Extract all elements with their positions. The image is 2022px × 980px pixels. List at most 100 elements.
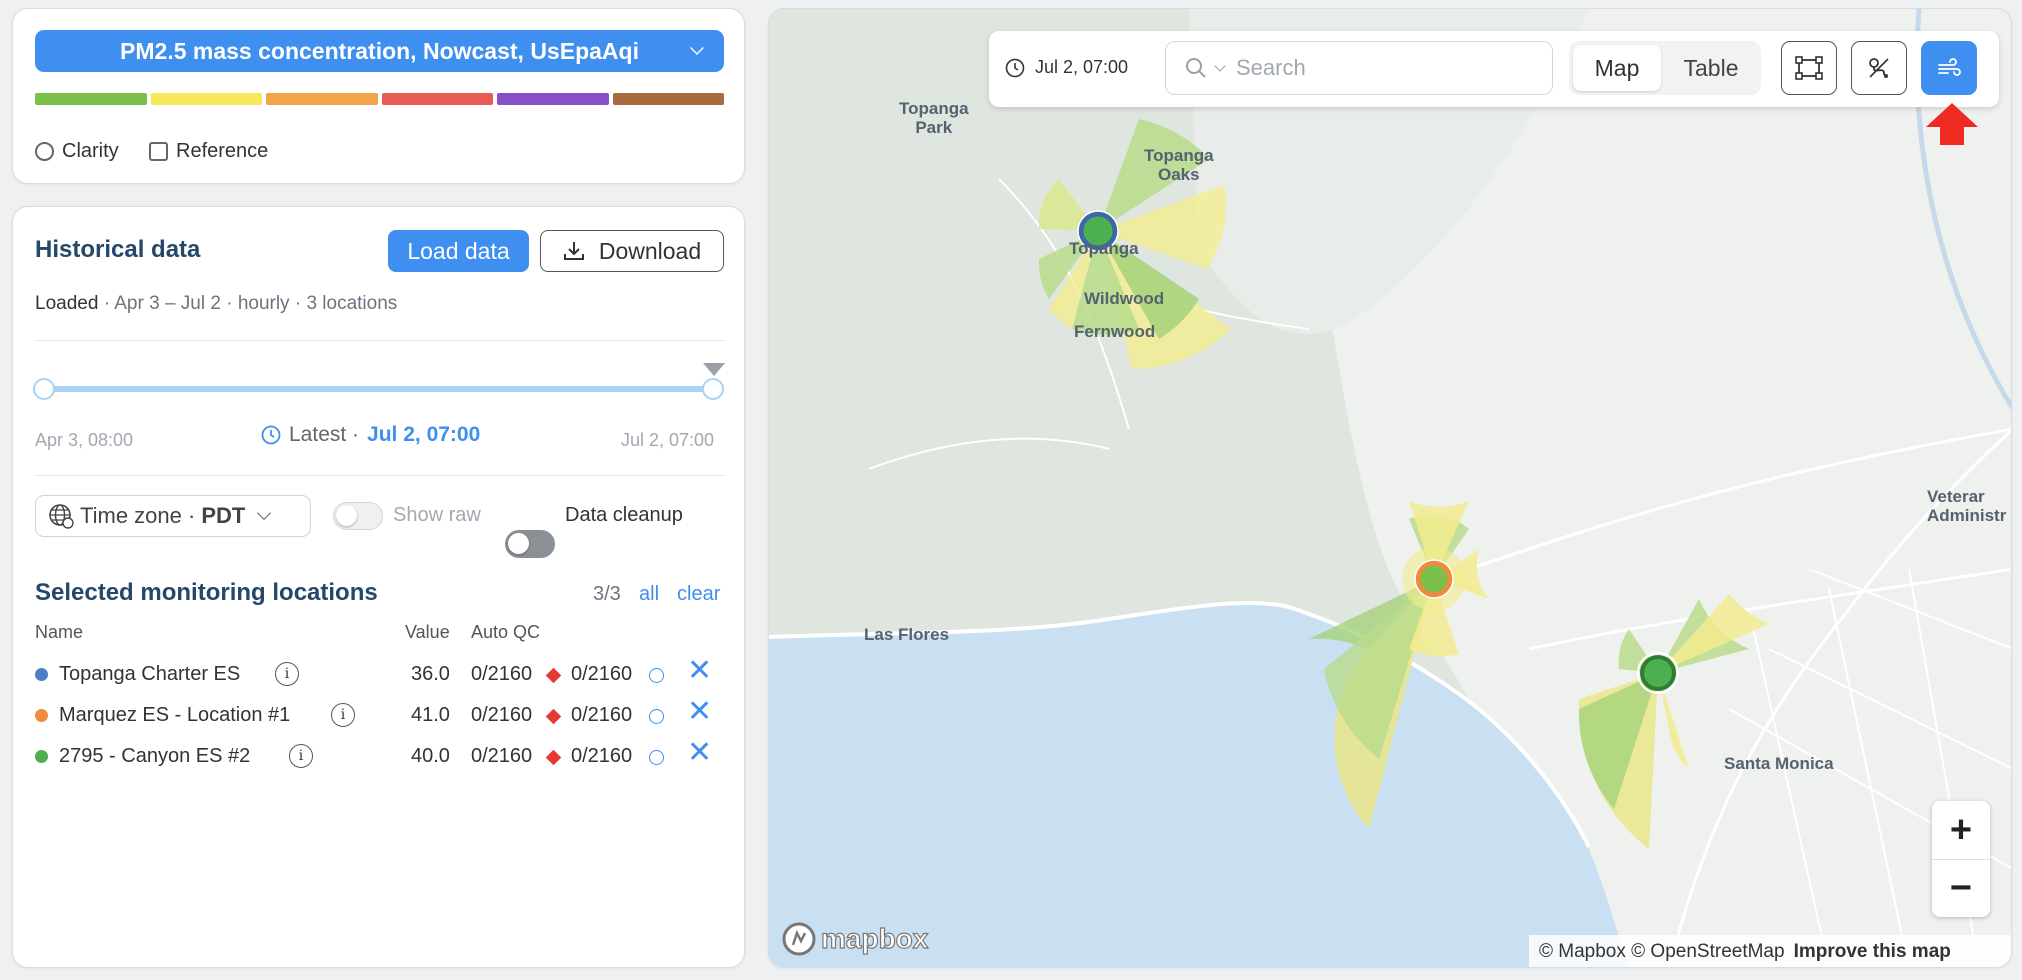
- location-name: 2795 - Canyon ES #2: [59, 745, 251, 767]
- pollutant-label: PM2.5 mass concentration, Nowcast, UsEpa…: [120, 37, 639, 64]
- clear-link[interactable]: clear: [677, 583, 720, 606]
- improve-map-link[interactable]: Improve this map: [1794, 941, 1951, 963]
- divider: [35, 340, 724, 341]
- remove-icon[interactable]: ✕: [687, 656, 712, 686]
- download-label: Download: [598, 237, 702, 264]
- qc-count: 0/2160: [571, 704, 633, 726]
- table-view-tab[interactable]: Table: [1665, 45, 1757, 91]
- latest-label: Latest ·: [289, 423, 360, 446]
- select-all-link[interactable]: all: [639, 583, 659, 606]
- clock-icon: [1005, 58, 1025, 77]
- circle-icon: [649, 709, 664, 724]
- slider-start-label: Apr 3, 08:00: [35, 430, 134, 450]
- historical-panel: Historical data Load data Download Loade…: [12, 206, 745, 968]
- timezone-select[interactable]: Time zone · PDT: [35, 495, 311, 537]
- qc-count: 0/2160: [471, 704, 533, 726]
- wind-icon: [1938, 58, 1961, 76]
- map-label: Santa Monica: [1724, 754, 1834, 773]
- map-label: Topanga: [1069, 239, 1139, 258]
- reference-label: Reference: [176, 140, 269, 162]
- location-name: Marquez ES - Location #1: [59, 704, 291, 726]
- table-row[interactable]: Marquez ES - Location #1 i 41.0 0/2160 0…: [35, 697, 735, 732]
- download-button[interactable]: Download: [540, 230, 724, 272]
- latest-value: Jul 2, 07:00: [367, 423, 481, 446]
- map-time: Jul 2, 07:00: [1005, 57, 1128, 78]
- zoom-out-button[interactable]: −: [1932, 859, 1990, 917]
- map-label: Topanga Park: [899, 99, 969, 137]
- route-button[interactable]: [1851, 41, 1907, 95]
- col-value: Value: [405, 622, 450, 642]
- aqi-segment: [35, 93, 147, 105]
- date-range: Apr 3 – Jul 2: [114, 293, 221, 314]
- map-label: Las Flores: [864, 625, 950, 644]
- table-row[interactable]: 2795 - Canyon ES #2 i 40.0 0/2160 0/2160…: [35, 738, 735, 773]
- timezone-label: Time zone ·: [80, 503, 196, 528]
- load-status: Loaded · Apr 3 – Jul 2 · hourly · 3 loca…: [35, 293, 398, 314]
- load-data-button[interactable]: Load data: [388, 230, 529, 272]
- info-icon[interactable]: i: [331, 703, 355, 727]
- series-color-dot: [35, 750, 48, 763]
- qc-count: 0/2160: [571, 663, 633, 685]
- map-toolbar: Jul 2, 07:00 Search Map Table: [989, 31, 1999, 107]
- aqi-segment: [612, 93, 724, 105]
- chevron-down-icon: [690, 41, 704, 55]
- col-name: Name: [35, 622, 84, 642]
- view-toggle: Map Table: [1569, 41, 1761, 95]
- show-raw-label: Show raw: [393, 504, 481, 526]
- map-canvas[interactable]: [769, 9, 2012, 968]
- location-value: 40.0: [411, 745, 450, 767]
- attribution-text[interactable]: © Mapbox © OpenStreetMap: [1539, 941, 1785, 963]
- locations-count: 3 locations: [306, 293, 398, 314]
- pollutant-panel: PM2.5 mass concentration, Nowcast, UsEpa…: [12, 8, 745, 184]
- slider-end-handle[interactable]: [702, 378, 724, 400]
- map-view[interactable]: Topanga Park Topanga Oaks Topanga Wildwo…: [768, 8, 2012, 968]
- latest-indicator: Latest · Jul 2, 07:00: [261, 423, 480, 447]
- arrow-up-icon: [1926, 103, 1978, 145]
- mapbox-logo[interactable]: mapbox: [781, 921, 929, 957]
- series-color-dot: [35, 709, 48, 722]
- location-name: Topanga Charter ES: [59, 663, 241, 685]
- search-icon: [1186, 58, 1206, 78]
- search-input[interactable]: Search: [1165, 41, 1553, 95]
- zoom-controls: + −: [1932, 801, 1990, 917]
- remove-icon[interactable]: ✕: [687, 738, 712, 768]
- pollutant-dropdown[interactable]: PM2.5 mass concentration, Nowcast, UsEpa…: [35, 30, 724, 72]
- map-label: Fernwood: [1074, 322, 1156, 341]
- radio-icon: [35, 142, 54, 161]
- slider-start-handle[interactable]: [33, 378, 55, 400]
- clock-icon: [261, 425, 281, 445]
- reference-checkbox[interactable]: Reference: [149, 140, 268, 163]
- diamond-icon: [545, 708, 562, 725]
- aqi-segment: [150, 93, 262, 105]
- time-slider-track[interactable]: [43, 386, 719, 392]
- clarity-radio[interactable]: Clarity: [35, 140, 119, 163]
- timezone-value: PDT: [201, 503, 246, 528]
- route-icon: [1869, 58, 1889, 78]
- zoom-in-button[interactable]: +: [1932, 801, 1990, 859]
- show-raw-toggle[interactable]: [333, 502, 383, 530]
- map-attribution: © Mapbox © OpenStreetMap Improve this ma…: [1529, 935, 2011, 967]
- historical-title: Historical data: [35, 236, 201, 263]
- chevron-down-icon: [1214, 60, 1226, 72]
- bounding-box-button[interactable]: [1781, 41, 1837, 95]
- qc-count: 0/2160: [471, 663, 533, 685]
- data-cleanup-toggle[interactable]: [505, 530, 555, 558]
- info-icon[interactable]: i: [275, 662, 299, 686]
- map-time-value: Jul 2, 07:00: [1035, 57, 1129, 77]
- mapbox-logo-text: mapbox: [820, 922, 929, 954]
- remove-icon[interactable]: ✕: [687, 697, 712, 727]
- col-auto-qc: Auto QC: [471, 622, 541, 642]
- slider-end-label: Jul 2, 07:00: [621, 430, 715, 450]
- aqi-segment: [497, 93, 609, 105]
- map-view-tab[interactable]: Map: [1573, 45, 1661, 91]
- table-row[interactable]: Topanga Charter ES i 36.0 0/2160 0/2160 …: [35, 656, 735, 691]
- search-placeholder: Search: [1236, 55, 1306, 80]
- qc-count: 0/2160: [471, 745, 533, 767]
- info-icon[interactable]: i: [289, 744, 313, 768]
- wind-layer-button[interactable]: [1921, 41, 1977, 95]
- aqi-segment: [266, 93, 378, 105]
- aqi-segment: [381, 93, 493, 105]
- diamond-icon: [545, 749, 562, 766]
- selected-title: Selected monitoring locations: [35, 579, 378, 606]
- series-color-dot: [35, 668, 48, 681]
